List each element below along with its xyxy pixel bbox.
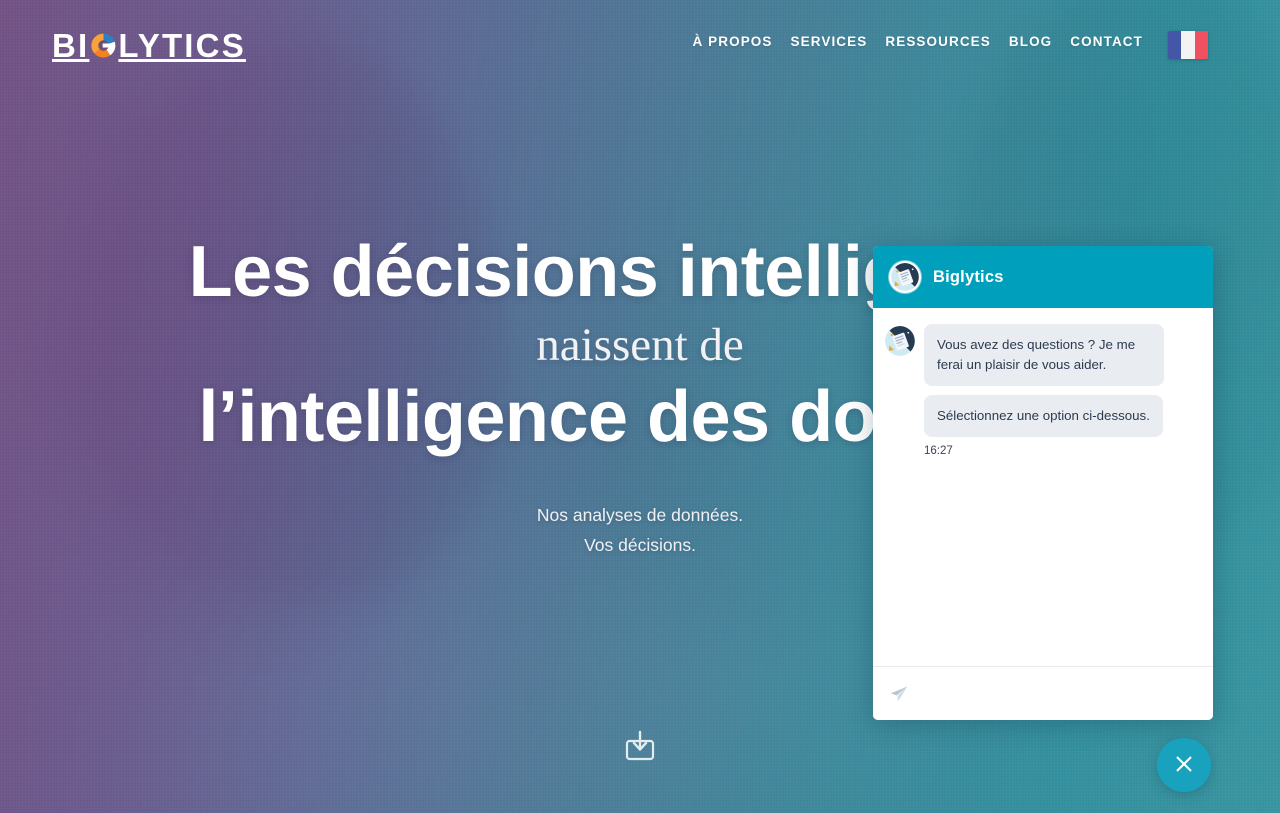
message-bot-avatar-icon — [885, 326, 915, 356]
site-logo[interactable]: BI LYTICS — [52, 29, 246, 62]
chat-message-list: Vous avez des questions ? Je me ferai un… — [873, 308, 1213, 666]
chat-message-timestamp: 16:27 — [924, 445, 953, 457]
chat-composer — [873, 666, 1213, 720]
chat-message-bubble: Vous avez des questions ? Je me ferai un… — [924, 324, 1164, 386]
chat-message-bubble: Sélectionnez une option ci-dessous. — [924, 395, 1163, 437]
main-nav-links: À PROPOS SERVICES RESSOURCES BLOG CONTAC… — [683, 34, 1152, 49]
chat-message-input[interactable] — [919, 686, 1197, 701]
close-icon — [1173, 753, 1195, 778]
logo-g-chart-icon — [90, 32, 117, 59]
biglytics-bot-avatar-icon — [889, 261, 921, 293]
chat-widget: Biglytics Vous avez des questions ? Je m… — [873, 246, 1213, 720]
chat-message-group: Vous avez des questions ? Je me ferai un… — [885, 324, 1199, 437]
chat-header: Biglytics — [873, 246, 1213, 308]
nav-item-a-propos[interactable]: À PROPOS — [683, 34, 781, 49]
flag-stripe-white — [1181, 31, 1195, 59]
france-flag-icon[interactable] — [1168, 31, 1208, 59]
download-arrow-icon[interactable] — [622, 730, 658, 764]
flag-stripe-red — [1194, 31, 1208, 59]
nav-item-services[interactable]: SERVICES — [782, 34, 877, 49]
logo-text-before: BI — [52, 27, 90, 64]
logo-text-after: LYTICS — [118, 27, 246, 64]
nav-item-contact[interactable]: CONTACT — [1061, 34, 1152, 49]
nav-item-blog[interactable]: BLOG — [1000, 34, 1061, 49]
chat-bubbles-column: Vous avez des questions ? Je me ferai un… — [924, 324, 1199, 437]
chat-close-button[interactable] — [1157, 738, 1211, 792]
paper-plane-icon[interactable] — [889, 684, 909, 704]
top-navigation-bar: BI LYTICS À PROPOS SERVICES RESSOURCES B… — [0, 0, 1280, 92]
chat-title: Biglytics — [933, 267, 1004, 286]
flag-stripe-blue — [1168, 31, 1182, 59]
nav-item-ressources[interactable]: RESSOURCES — [876, 34, 1000, 49]
